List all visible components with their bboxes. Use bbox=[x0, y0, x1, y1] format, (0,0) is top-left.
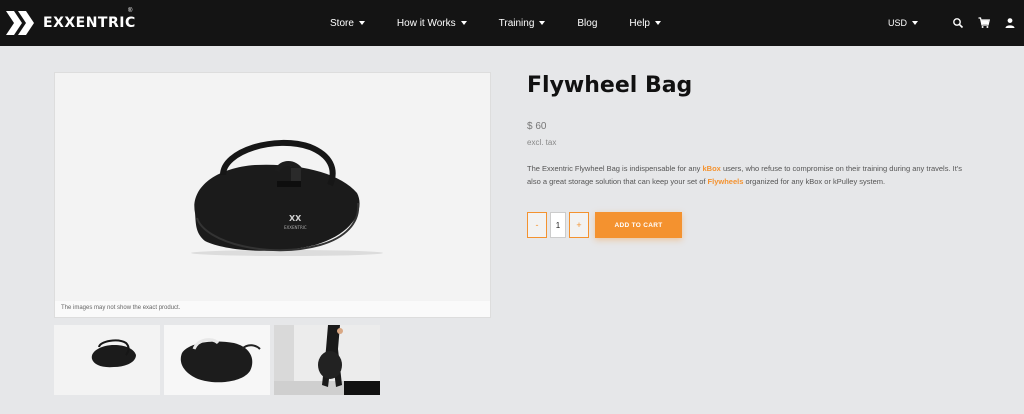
product-title: Flywheel Bag bbox=[527, 73, 693, 98]
nav-item-training[interactable]: Training bbox=[499, 18, 546, 29]
nav-item-label: How it Works bbox=[396, 17, 456, 29]
nav-item-label: Blog bbox=[577, 17, 598, 29]
product-description: The Exxentric Flywheel Bag is indispensa… bbox=[527, 162, 967, 188]
increase-quantity-button[interactable]: + bbox=[569, 212, 589, 238]
user-icon[interactable] bbox=[1004, 17, 1016, 29]
flywheels-link[interactable]: Flywheels bbox=[708, 177, 744, 186]
brand-logo[interactable]: EXXENTRIC ® bbox=[4, 8, 136, 36]
kbox-link[interactable]: kBox bbox=[703, 164, 721, 173]
thumbnail-3[interactable] bbox=[274, 325, 380, 395]
cart-icon[interactable] bbox=[978, 17, 990, 29]
search-icon[interactable] bbox=[952, 17, 964, 29]
registered-mark: ® bbox=[128, 8, 133, 14]
add-to-cart-button[interactable]: ADD TO CART bbox=[595, 212, 682, 238]
currency-label: USD bbox=[887, 18, 907, 28]
quantity-selector: - 1 + ADD TO CART bbox=[527, 212, 682, 238]
svg-text:EXXENTRIC: EXXENTRIC bbox=[284, 225, 307, 230]
chevron-down-icon bbox=[539, 21, 546, 25]
top-navigation-bar: EXXENTRIC ® Store How it Works Training … bbox=[0, 0, 1024, 46]
chevron-down-icon bbox=[912, 21, 918, 25]
flywheel-bag-image: XX EXXENTRIC bbox=[55, 73, 490, 303]
brand-name: EXXENTRIC bbox=[43, 15, 136, 31]
chevron-down-icon bbox=[358, 21, 365, 25]
flywheel-bag-open-thumbnail-image bbox=[164, 325, 270, 395]
thumbnail-2[interactable] bbox=[164, 325, 270, 395]
main-product-image[interactable]: XX EXXENTRIC The images may not show the… bbox=[54, 72, 491, 318]
person-carrying-bag-thumbnail-image bbox=[274, 325, 380, 395]
exxentric-logo-icon bbox=[6, 11, 34, 35]
main-nav: Store How it Works Training Blog Help bbox=[330, 0, 693, 46]
product-price: $ 60 bbox=[527, 121, 547, 132]
nav-item-store[interactable]: Store bbox=[330, 18, 365, 29]
decrease-quantity-button[interactable]: - bbox=[527, 212, 547, 238]
description-text: organized for any kBox or kPulley system… bbox=[743, 177, 886, 186]
thumbnail-1[interactable] bbox=[54, 325, 160, 395]
nav-item-label: Help bbox=[629, 17, 650, 29]
description-text: The Exxentric Flywheel Bag is indispensa… bbox=[527, 164, 703, 173]
nav-item-help[interactable]: Help bbox=[629, 18, 661, 29]
flywheel-bag-thumbnail-image bbox=[54, 325, 160, 395]
image-caption: The images may not show the exact produc… bbox=[55, 301, 490, 317]
chevron-down-icon bbox=[654, 21, 661, 25]
svg-text:XX: XX bbox=[289, 214, 302, 223]
nav-item-label: Store bbox=[330, 17, 354, 29]
currency-selector[interactable]: USD bbox=[888, 18, 918, 28]
tax-note: excl. tax bbox=[527, 138, 557, 147]
nav-item-blog[interactable]: Blog bbox=[577, 18, 597, 29]
header-tools: USD bbox=[888, 0, 1016, 46]
chevron-down-icon bbox=[460, 21, 467, 25]
quantity-input[interactable]: 1 bbox=[550, 212, 566, 238]
nav-item-how-it-works[interactable]: How it Works bbox=[397, 18, 467, 29]
nav-item-label: Training bbox=[498, 17, 535, 29]
thumbnail-strip bbox=[54, 325, 384, 395]
